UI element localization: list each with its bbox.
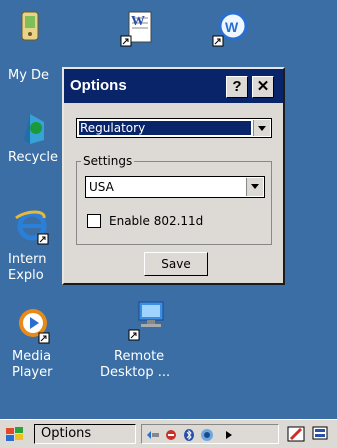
dialog-titlebar[interactable]: Options ? ✕: [64, 69, 283, 103]
desktop-icon-document[interactable]: W: [118, 8, 158, 54]
connectivity-icon[interactable]: [164, 428, 178, 442]
wifi-icon[interactable]: [200, 428, 214, 442]
enable-80211d-checkbox[interactable]: [87, 214, 101, 228]
desktop-icon-label: Remote: [114, 349, 165, 364]
desktop-icon-label: My De: [8, 68, 50, 83]
desktop-icon-label: Intern: [8, 252, 47, 267]
desktop-icon-label: Media: [12, 349, 52, 364]
settings-group-label: Settings: [81, 154, 135, 168]
category-select-value: Regulatory: [79, 121, 251, 135]
desktop-icon-recycle-bin[interactable]: Recycle: [0, 110, 60, 165]
network-icon[interactable]: [146, 428, 160, 442]
word-document-icon: W: [120, 11, 152, 47]
remote-desktop-icon: [128, 301, 164, 341]
internet-explorer-icon: [15, 210, 49, 245]
svg-text:W: W: [225, 19, 239, 35]
country-select[interactable]: USA: [85, 176, 265, 198]
help-button[interactable]: ?: [226, 76, 248, 98]
desktop-icon-media-player[interactable]: Media Player: [0, 305, 62, 380]
desktop-icon-label-line2: Desktop ...: [100, 365, 171, 380]
desktop-icon-label-line2: Player: [12, 365, 53, 380]
desktop-icon-label: Recycle: [8, 150, 59, 165]
chevron-down-icon[interactable]: [246, 178, 263, 196]
my-device-icon: [21, 11, 39, 41]
taskbar: Options: [0, 419, 337, 448]
recycle-bin-icon: [24, 114, 44, 144]
close-button[interactable]: ✕: [252, 76, 274, 98]
desktop-icon-web[interactable]: W: [210, 8, 250, 54]
svg-text:W: W: [131, 14, 145, 29]
chevron-down-icon[interactable]: [253, 120, 270, 136]
dialog-title: Options: [70, 77, 127, 94]
settings-group: Settings USA Enable 802.11d: [76, 154, 272, 245]
enable-80211d-label: Enable 802.11d: [109, 214, 204, 228]
pen-input-icon[interactable]: [286, 424, 308, 444]
start-menu-icon[interactable]: [4, 424, 28, 444]
desktop-switch-icon[interactable]: [310, 424, 332, 444]
media-player-icon: [19, 309, 50, 344]
web-app-icon: W: [212, 11, 248, 47]
save-button[interactable]: Save: [144, 252, 208, 276]
desktop-icon-internet-explorer[interactable]: Intern Explo: [0, 208, 60, 283]
desktop-icon-label-line2: Explo: [8, 268, 44, 283]
category-select[interactable]: Regulatory: [76, 118, 272, 138]
chevron-right-icon[interactable]: [222, 428, 236, 442]
options-dialog: Options ? ✕ Regulatory Settings USA Enab…: [62, 67, 285, 285]
country-select-value: USA: [89, 180, 114, 194]
bluetooth-icon[interactable]: [182, 428, 196, 442]
desktop-icon-my-device[interactable]: My De: [0, 10, 60, 83]
task-button-options[interactable]: Options: [34, 424, 136, 444]
desktop-icon-remote-desktop[interactable]: Remote Desktop ...: [96, 296, 196, 380]
system-tray: [141, 424, 279, 444]
